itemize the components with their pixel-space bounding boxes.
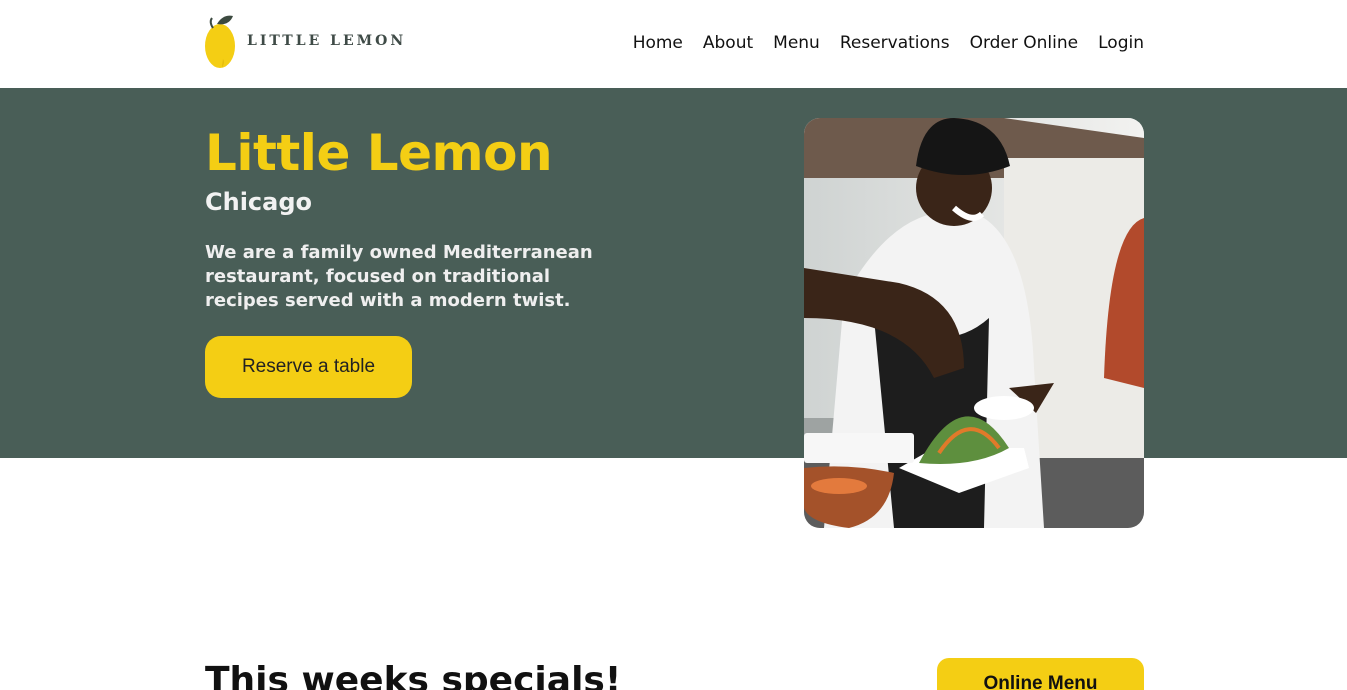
site-header: LITTLE LEMON Home About Menu Reservation… xyxy=(0,0,1347,88)
lemon-icon xyxy=(205,15,235,68)
nav-home-link[interactable]: Home xyxy=(633,33,683,53)
nav-about-link[interactable]: About xyxy=(703,33,753,53)
nav-login-link[interactable]: Login xyxy=(1098,33,1144,53)
hero-description: We are a family owned Mediterranean rest… xyxy=(205,242,593,311)
specials-title: This weeks specials! xyxy=(205,660,622,690)
chef-image xyxy=(804,118,1144,528)
nav-reservations-link[interactable]: Reservations xyxy=(840,33,950,53)
online-menu-button[interactable]: Online Menu xyxy=(937,658,1144,690)
nav-menu: Home About Menu Reservations Order Onlin… xyxy=(633,33,1144,53)
nav-order-online-link[interactable]: Order Online xyxy=(970,33,1079,53)
hero-subtitle: Chicago xyxy=(205,188,313,216)
hero-title: Little Lemon xyxy=(205,124,553,182)
logo[interactable]: LITTLE LEMON xyxy=(203,12,406,70)
hero-section: Little Lemon Chicago We are a family own… xyxy=(0,88,1347,458)
nav-menu-link[interactable]: Menu xyxy=(773,33,820,53)
logo-text: LITTLE LEMON xyxy=(247,33,407,49)
reserve-table-button[interactable]: Reserve a table xyxy=(205,336,412,398)
